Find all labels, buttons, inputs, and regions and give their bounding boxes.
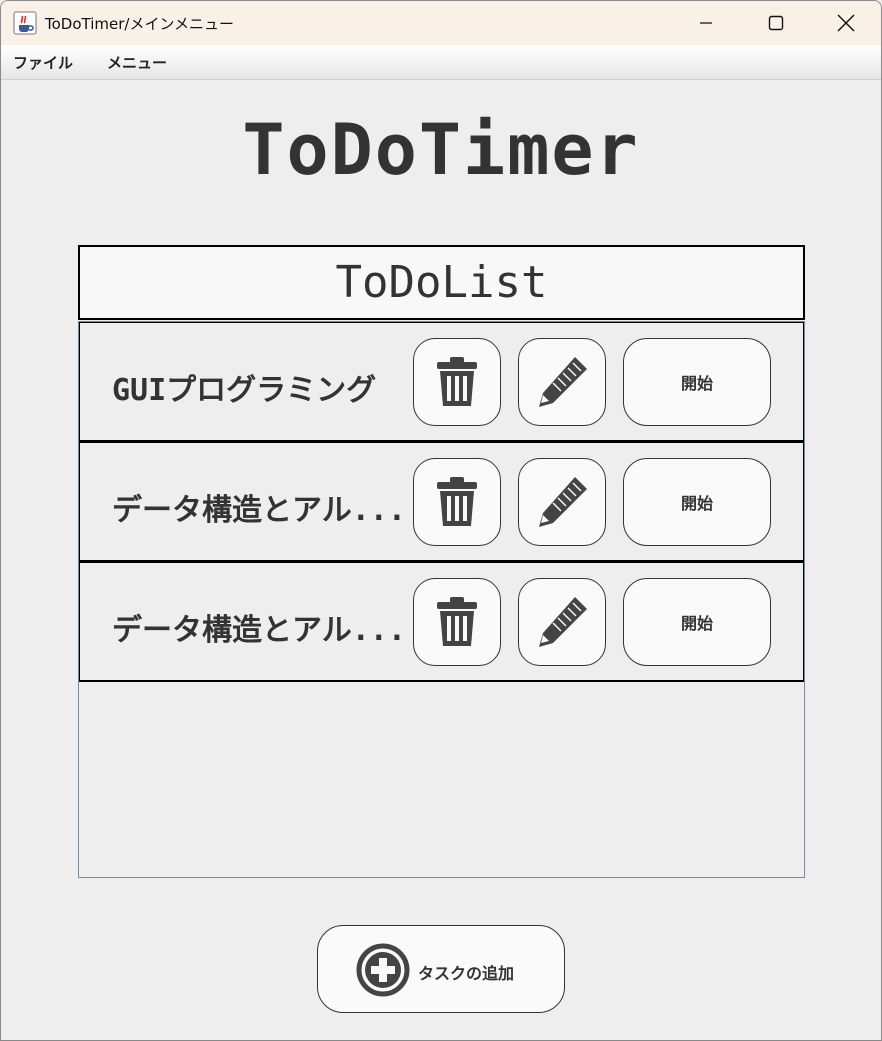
delete-task-button[interactable] bbox=[413, 458, 501, 546]
title-bar[interactable]: ToDoTimer/メインメニュー bbox=[1, 1, 881, 45]
window-title: ToDoTimer/メインメニュー bbox=[45, 15, 234, 33]
start-task-button[interactable]: 開始 bbox=[623, 578, 771, 666]
task-row: データ構造とアル... 開始 bbox=[79, 562, 804, 682]
plus-circle-icon bbox=[356, 943, 410, 997]
task-name: データ構造とアル... bbox=[112, 493, 406, 528]
pencil-icon bbox=[539, 597, 587, 647]
todo-list-panel[interactable]: GUIプログラミング 開始 データ構造とアル... 開始 データ構造とアル...… bbox=[78, 321, 805, 878]
trash-icon bbox=[437, 477, 477, 526]
todo-list-title: ToDoList bbox=[335, 257, 548, 308]
maximize-button[interactable] bbox=[741, 1, 811, 45]
task-name: データ構造とアル... bbox=[112, 613, 406, 648]
java-cup-icon bbox=[13, 11, 37, 35]
menu-bar: ファイル メニュー bbox=[1, 45, 881, 80]
main-window: ToDoTimer/メインメニュー ファイル メニュー ToDoTimer To… bbox=[0, 0, 882, 1041]
delete-task-button[interactable] bbox=[413, 578, 501, 666]
start-task-button[interactable]: 開始 bbox=[623, 338, 771, 426]
start-task-button[interactable]: 開始 bbox=[623, 458, 771, 546]
close-button[interactable] bbox=[811, 1, 881, 45]
pencil-icon bbox=[539, 477, 587, 527]
menu-menu[interactable]: メニュー bbox=[107, 52, 167, 73]
close-icon bbox=[837, 14, 855, 32]
task-row: GUIプログラミング 開始 bbox=[79, 322, 804, 442]
trash-icon bbox=[437, 597, 477, 646]
task-name: GUIプログラミング bbox=[112, 373, 377, 408]
task-row: データ構造とアル... 開始 bbox=[79, 442, 804, 562]
trash-icon bbox=[437, 357, 477, 406]
edit-task-button[interactable] bbox=[518, 458, 606, 546]
delete-task-button[interactable] bbox=[413, 338, 501, 426]
edit-task-button[interactable] bbox=[518, 338, 606, 426]
menu-file[interactable]: ファイル bbox=[13, 52, 73, 73]
add-task-button[interactable]: タスクの追加 bbox=[317, 925, 565, 1013]
app-title: ToDoTimer bbox=[242, 109, 640, 191]
maximize-icon bbox=[768, 15, 784, 31]
minimize-button[interactable] bbox=[671, 1, 741, 45]
minimize-icon bbox=[700, 22, 712, 24]
add-task-label: タスクの追加 bbox=[418, 964, 515, 983]
edit-task-button[interactable] bbox=[518, 578, 606, 666]
todo-list-header: ToDoList bbox=[78, 245, 805, 320]
pencil-icon bbox=[539, 357, 587, 407]
